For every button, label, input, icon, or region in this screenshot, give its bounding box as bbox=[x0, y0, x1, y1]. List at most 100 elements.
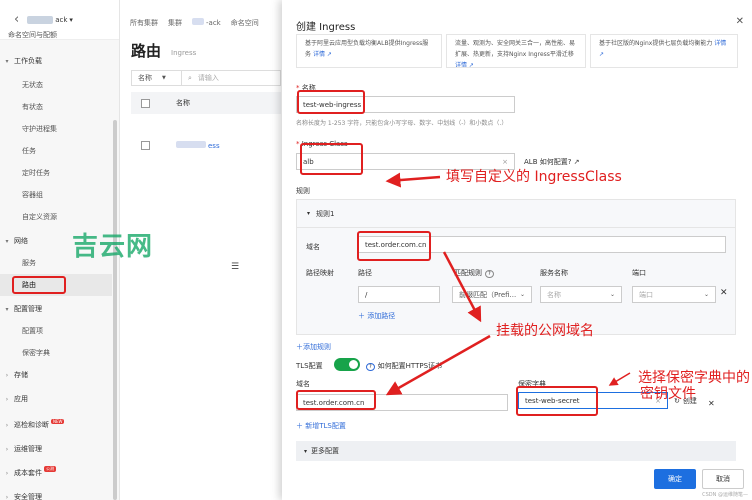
cluster-id-redacted bbox=[192, 18, 204, 25]
plus-icon: ＋ bbox=[296, 422, 306, 430]
match-rule-select[interactable]: 前缀匹配（Prefi... ⌄ bbox=[452, 286, 532, 303]
sidebar-item-label: 任务 bbox=[22, 147, 36, 155]
row-checkbox[interactable] bbox=[141, 140, 150, 150]
ingress-type-card-nginx[interactable]: 基于社区版的Nginx提供七层负载均衡能力 详情 ↗ bbox=[590, 34, 738, 68]
plus-icon: ＋ bbox=[296, 343, 303, 351]
path-input[interactable]: / bbox=[358, 286, 440, 303]
sidebar-item-label: 网络 bbox=[14, 237, 28, 245]
path-mapping-label: 路径映射 bbox=[306, 269, 334, 277]
port-select[interactable]: 端口 ⌄ bbox=[632, 286, 716, 303]
card-details-link[interactable]: 详情 bbox=[714, 40, 726, 47]
close-icon[interactable]: ✕ bbox=[736, 16, 744, 27]
chevron-down-icon: ⌄ bbox=[609, 291, 615, 298]
tls-help-link[interactable]: ? 如何配置HTTPS证书 bbox=[366, 361, 442, 371]
chevron-right-icon: › bbox=[5, 395, 9, 403]
chevron-right-icon: › bbox=[5, 371, 9, 379]
sidebar-item-label: 定时任务 bbox=[22, 169, 50, 177]
breadcrumb-item[interactable]: 集群 bbox=[168, 18, 182, 28]
sidebar-item[interactable]: ▾ 配置管理 bbox=[0, 298, 112, 320]
sidebar-item[interactable]: 守护进程集 bbox=[0, 118, 112, 140]
card-description: 流量、观测为、安全网关三合一，高性能、易扩展、热更新，支持Nginx Ingre… bbox=[455, 40, 576, 58]
chevron-down-icon: ⌄ bbox=[703, 291, 709, 298]
ingress-name-link[interactable]: ess bbox=[176, 140, 220, 150]
card-details-link[interactable]: 详情 bbox=[455, 62, 467, 67]
filter-field-select[interactable]: 名称 ▼ bbox=[132, 71, 182, 85]
chevron-down-icon: ▾ bbox=[69, 15, 73, 24]
ingress-type-card-mse[interactable]: 流量、观测为、安全网关三合一，高性能、易扩展、热更新，支持Nginx Ingre… bbox=[446, 34, 586, 68]
page-subtitle: Ingress bbox=[171, 49, 197, 57]
help-icon[interactable]: ? bbox=[485, 270, 494, 278]
breadcrumb: 所有集群 集群 -ack 命名空间 bbox=[130, 18, 259, 28]
more-config-section[interactable]: ▾ 更多配置 bbox=[296, 441, 736, 461]
tls-toggle[interactable] bbox=[334, 358, 360, 371]
select-all-checkbox[interactable] bbox=[141, 98, 150, 108]
highlight-name bbox=[297, 90, 365, 114]
cancel-button[interactable]: 取消 bbox=[702, 469, 744, 489]
add-tls-link[interactable]: ＋ 新增TLS配置 bbox=[296, 421, 346, 431]
sidebar-item[interactable]: 保密字典 bbox=[0, 342, 112, 364]
breadcrumb-item[interactable]: 命名空间 bbox=[231, 18, 259, 28]
sidebar-item-label: 应用 bbox=[14, 395, 28, 403]
new-badge: NEW bbox=[51, 418, 65, 424]
back-icon[interactable]: ‹ bbox=[14, 12, 19, 27]
sidebar-item-label: 自定义资源 bbox=[22, 213, 57, 221]
service-column-label: 服务名称 bbox=[540, 269, 568, 277]
sidebar-item[interactable]: ▾ 工作负载 bbox=[0, 50, 112, 72]
ingress-name-redacted bbox=[176, 140, 206, 148]
sidebar-item[interactable]: › 存储 bbox=[0, 364, 112, 386]
breadcrumb-item[interactable]: 所有集群 bbox=[130, 18, 158, 28]
sidebar-item[interactable]: 任务 bbox=[0, 140, 112, 162]
sidebar-item-namespace[interactable]: 命名空间与配额 bbox=[8, 30, 57, 40]
help-icon: ? bbox=[366, 363, 375, 371]
annotation-domain: 挂载的公网域名 bbox=[496, 323, 594, 339]
chevron-down-icon: ▾ bbox=[5, 57, 9, 65]
cluster-name-text: ack bbox=[55, 15, 68, 24]
card-details-link[interactable]: 详情 bbox=[313, 51, 325, 58]
path-column-label: 路径 bbox=[358, 269, 372, 277]
sidebar-item[interactable]: › 运维管理 bbox=[0, 438, 112, 460]
remove-tls-icon[interactable]: ✕ bbox=[708, 399, 715, 408]
search-input[interactable]: 请输入 bbox=[192, 73, 219, 83]
confirm-button[interactable]: 确定 bbox=[654, 469, 696, 489]
sidebar-item-label: 运维管理 bbox=[14, 445, 42, 453]
sidebar-item-label: 安全管理 bbox=[14, 493, 42, 500]
chevron-right-icon: › bbox=[5, 469, 9, 477]
sidebar-scrollbar[interactable] bbox=[113, 120, 117, 500]
service-select[interactable]: 名称 ⌄ bbox=[540, 286, 622, 303]
sidebar-item[interactable]: 无状态 bbox=[0, 74, 112, 96]
rule-header[interactable]: ▾ 规则1 bbox=[297, 200, 735, 228]
sidebar-item[interactable]: 配置项 bbox=[0, 320, 112, 342]
sidebar-item[interactable]: › 成本套件 公测 bbox=[0, 462, 112, 484]
sidebar-item[interactable]: 自定义资源 bbox=[0, 206, 112, 228]
breadcrumb-item[interactable]: -ack bbox=[192, 18, 221, 28]
drawer-title: 创建 Ingress bbox=[296, 22, 356, 33]
chevron-down-icon: ▾ bbox=[5, 305, 9, 313]
cluster-name[interactable]: ack ▾ bbox=[27, 15, 73, 24]
ingress-type-card-alb[interactable]: 基于阿里云应用型负载均衡ALB提供Ingress服务 详情 ↗ bbox=[296, 34, 442, 68]
sidebar-item[interactable]: › 应用 bbox=[0, 388, 112, 410]
sidebar-item-label: 守护进程集 bbox=[22, 125, 57, 133]
external-link-icon: ↗ bbox=[467, 62, 474, 68]
chevron-right-icon: › bbox=[5, 421, 9, 429]
annotation-secret-line2: 密钥文件 bbox=[640, 386, 696, 402]
tls-label: TLS配置 bbox=[296, 362, 323, 370]
port-column-label: 端口 bbox=[632, 269, 646, 277]
sidebar-item[interactable]: 定时任务 bbox=[0, 162, 112, 184]
chevron-right-icon: › bbox=[5, 493, 9, 500]
add-rule-link[interactable]: ＋添加规则 bbox=[296, 342, 331, 352]
add-path-link[interactable]: ＋ 添加路径 bbox=[358, 311, 395, 321]
sidebar-item[interactable]: › 巡检和诊断 NEW bbox=[0, 414, 112, 436]
sidebar-item[interactable]: 容器组 bbox=[0, 184, 112, 206]
clear-icon[interactable]: × bbox=[502, 158, 508, 166]
sidebar-item[interactable]: › 安全管理 bbox=[0, 486, 112, 500]
chevron-right-icon: › bbox=[5, 445, 9, 453]
highlight-secret bbox=[516, 386, 598, 416]
sidebar-item-label: 配置项 bbox=[22, 327, 43, 335]
highlight-tls-domain bbox=[296, 390, 376, 410]
sidebar-item[interactable]: 有状态 bbox=[0, 96, 112, 118]
highlight-ingress-class bbox=[300, 143, 363, 175]
remove-path-icon[interactable]: ✕ bbox=[720, 288, 728, 298]
sidebar-item-label: 保密字典 bbox=[22, 349, 50, 357]
chevron-down-icon: ⌄ bbox=[519, 291, 525, 298]
collapse-menu-icon[interactable]: ☰ bbox=[231, 262, 239, 272]
